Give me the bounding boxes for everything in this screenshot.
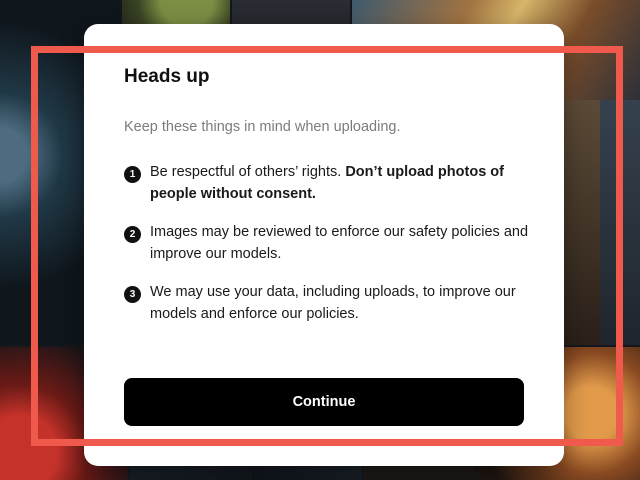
notice-text: We may use your data, including uploads,… — [150, 284, 516, 322]
notice-text: Images may be reviewed to enforce our sa… — [150, 224, 529, 262]
number-badge-icon: 2 — [124, 226, 141, 243]
dialog-title: Heads up — [124, 66, 210, 87]
notice-item-1: 1 Be respectful of others’ rights. Don’t… — [124, 162, 529, 205]
notice-list: 1 Be respectful of others’ rights. Don’t… — [124, 162, 529, 342]
photo-tile — [600, 100, 640, 345]
dialog-subtitle: Keep these things in mind when uploading… — [124, 119, 401, 135]
number-badge-icon: 1 — [124, 166, 141, 183]
continue-button[interactable]: Continue — [124, 378, 524, 426]
photo-tile — [560, 100, 600, 345]
notice-text: Be respectful of others’ rights. — [150, 164, 346, 180]
heads-up-dialog: Heads up Keep these things in mind when … — [84, 24, 564, 466]
notice-item-2: 2 Images may be reviewed to enforce our … — [124, 222, 529, 265]
notice-item-3: 3 We may use your data, including upload… — [124, 282, 529, 325]
number-badge-icon: 3 — [124, 286, 141, 303]
